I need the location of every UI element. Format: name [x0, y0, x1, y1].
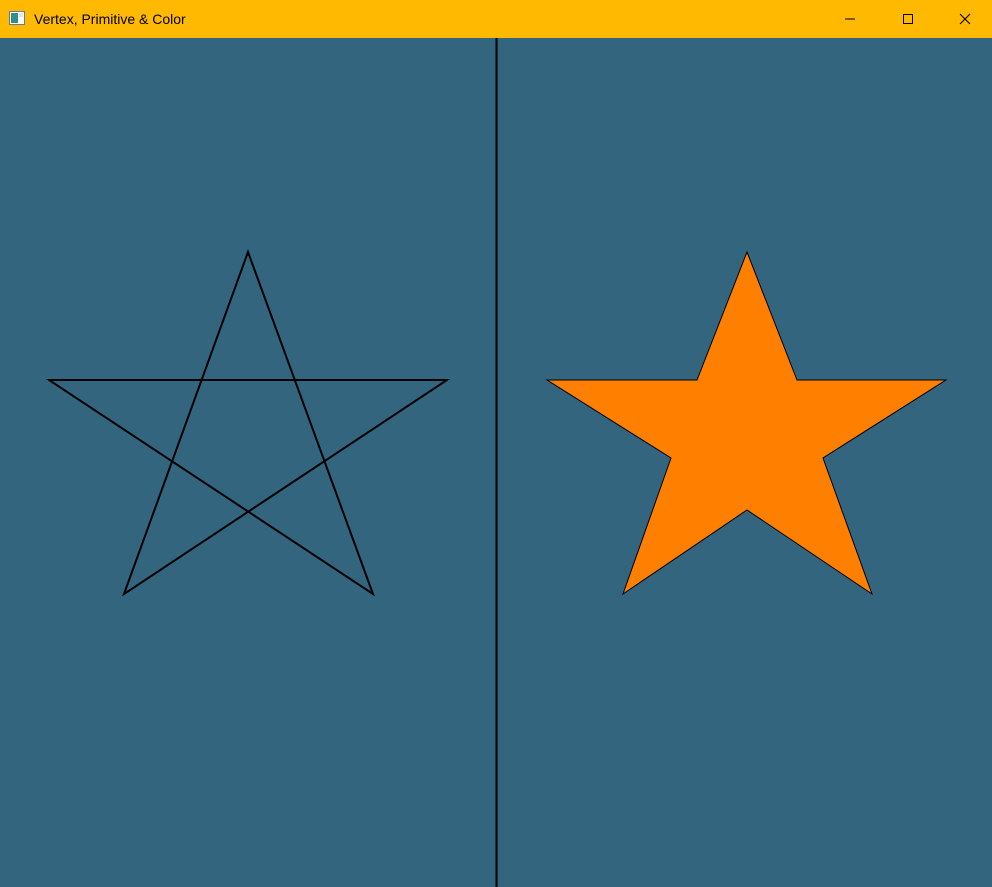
app-icon — [9, 11, 25, 25]
app-window: Vertex, Primitive & Color — [0, 0, 992, 887]
maximize-icon — [903, 14, 913, 24]
render-canvas — [0, 38, 992, 887]
close-button[interactable] — [937, 0, 992, 38]
window-title: Vertex, Primitive & Color — [34, 11, 186, 27]
maximize-button[interactable] — [879, 0, 937, 38]
close-icon — [959, 13, 970, 25]
minimize-icon — [845, 18, 855, 20]
title-bar[interactable]: Vertex, Primitive & Color — [0, 0, 992, 38]
minimize-button[interactable] — [821, 0, 879, 38]
